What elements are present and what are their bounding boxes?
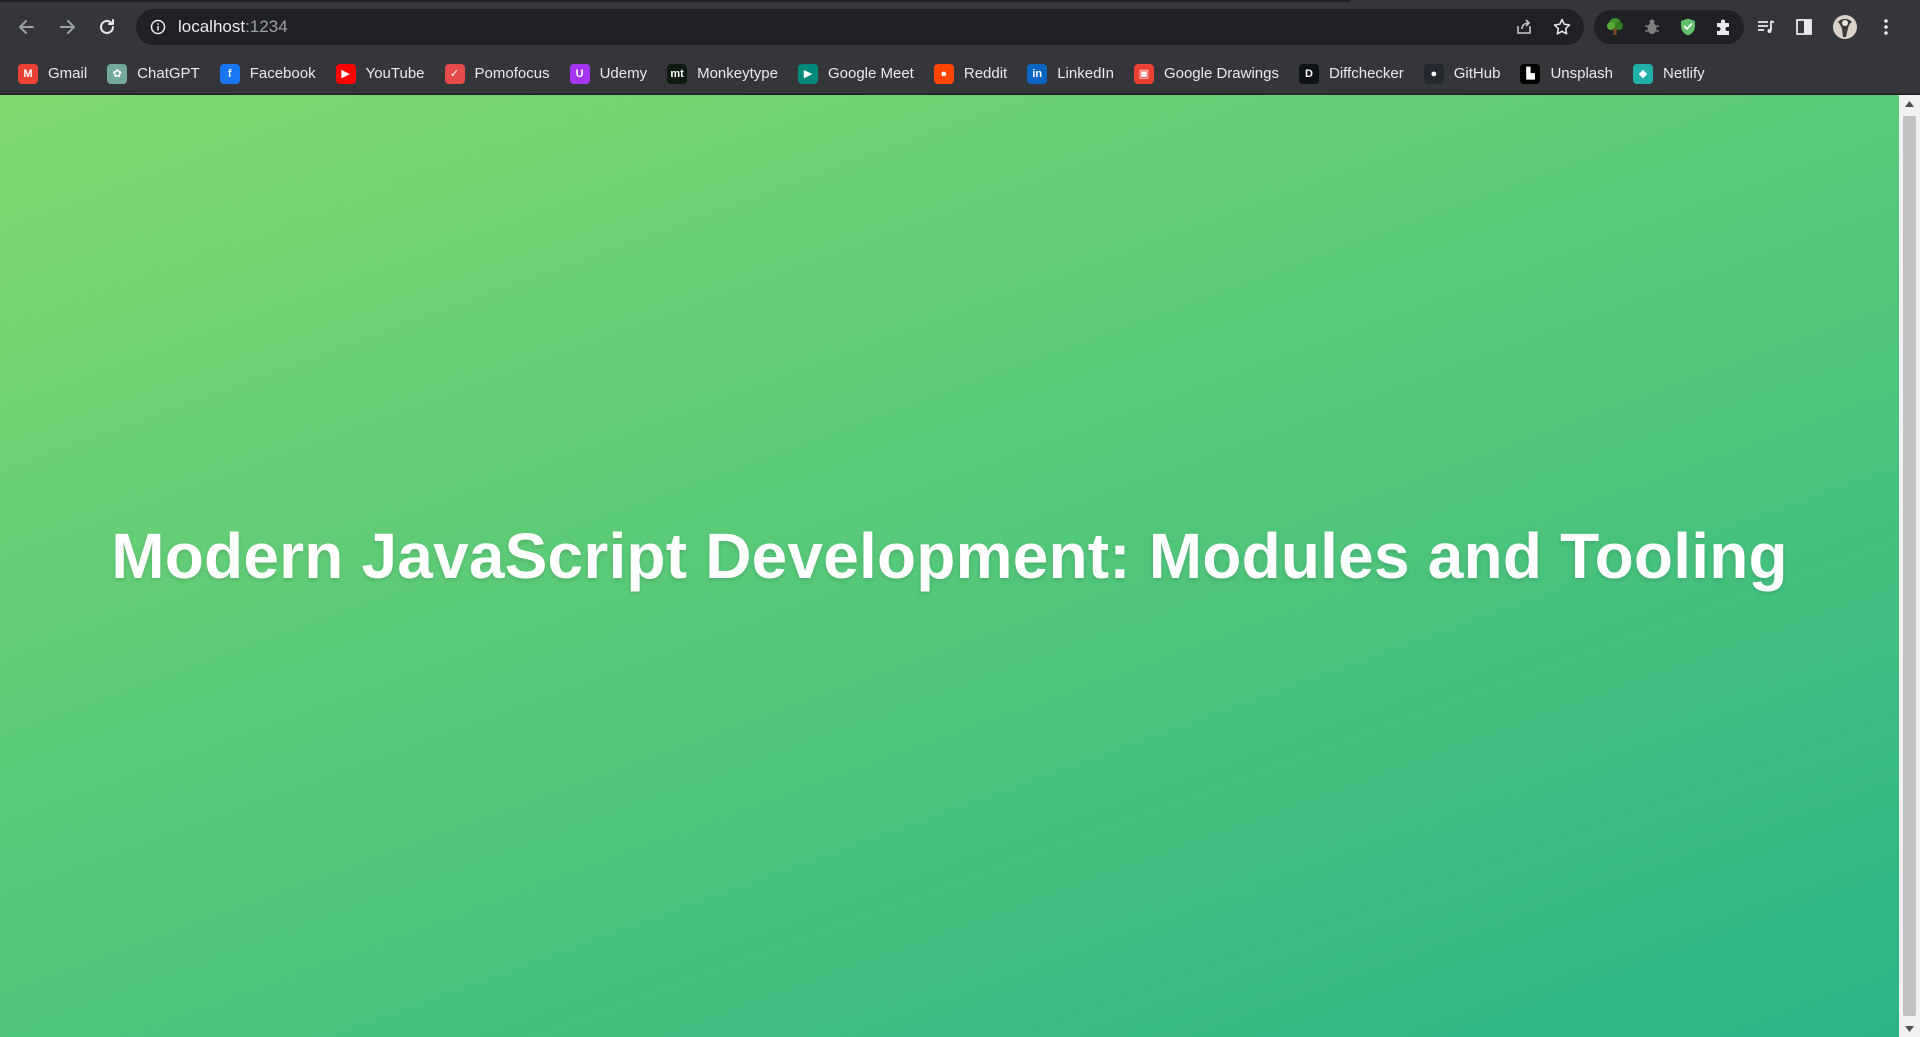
bookmark-reddit[interactable]: ● Reddit [933,59,1017,89]
shield-extension-button[interactable] [1678,17,1698,37]
google-meet-icon: ▶ [797,63,818,84]
bookmark-youtube[interactable]: ▶ YouTube [335,59,435,89]
bookmark-label: Netlify [1663,65,1705,82]
bookmark-netlify[interactable]: ◆ Netlify [1633,59,1715,89]
google-drawings-icon: ▣ [1133,63,1154,84]
extensions-pinned [1594,10,1744,44]
chevron-up-icon [1905,100,1914,107]
bookmarks-bar: M Gmail ✿ ChatGPT f Facebook ▶ YouTube ✓ Pomofocu… [0,54,1920,94]
bookmark-label: Gmail [48,65,88,82]
reload-button[interactable] [88,8,126,46]
bookmark-label: Google Drawings [1163,65,1279,82]
bookmark-udemy[interactable]: U Udemy [569,59,658,89]
bookmark-label: YouTube [365,65,425,82]
bookmark-google-meet[interactable]: ▶ Google Meet [797,59,924,89]
bookmark-label: Udemy [599,65,648,82]
url-port: :1234 [245,17,288,36]
bookmark-pomofocus[interactable]: ✓ Pomofocus [444,59,560,89]
bookmark-label: LinkedIn [1057,65,1114,82]
bookmark-label: Google Meet [827,65,914,82]
address-bar[interactable]: localhost:1234 [136,9,1584,45]
bookmark-label: Reddit [963,65,1008,82]
side-panel-button[interactable] [1794,17,1814,37]
media-queue-icon [1758,20,1775,33]
extensions-button[interactable] [1714,17,1734,37]
info-icon[interactable] [150,19,166,35]
browser-menu-button[interactable] [1876,17,1896,37]
bookmark-label: ChatGPT [137,65,200,82]
bookmark-label: Monkeytype [697,65,778,82]
vertical-scrollbar[interactable] [1899,95,1920,1037]
chevron-down-icon [1905,1025,1914,1032]
bug-extension-icon [1645,19,1659,34]
pomofocus-icon: ✓ [444,63,465,84]
bookmark-gmail[interactable]: M Gmail [18,59,97,89]
udemy-icon: U [569,63,590,84]
side-panel-icon [1796,19,1812,35]
bookmark-label: Pomofocus [474,65,550,82]
diffchecker-icon: D [1299,63,1319,84]
reload-icon [100,19,114,34]
browser-toolbar: localhost:1234 [0,0,1920,54]
netlify-icon: ◆ [1633,63,1653,84]
scrollbar-thumb[interactable] [1903,116,1916,1016]
tree-extension-button[interactable] [1604,16,1626,38]
linkedin-icon: in [1027,63,1048,84]
scroll-up-arrow[interactable] [1899,95,1920,112]
media-queue-button[interactable] [1756,17,1776,37]
star-icon [1553,18,1571,35]
kebab-menu-icon [1884,19,1888,35]
puzzle-icon [1717,19,1729,35]
bookmark-chatgpt[interactable]: ✿ ChatGPT [107,59,210,89]
toolbar-right [1756,10,1896,44]
shield-extension-icon [1681,18,1695,36]
share-icon [1517,19,1531,34]
share-button[interactable] [1514,17,1534,37]
arrow-left-icon [19,20,34,34]
avatar [1833,15,1857,39]
tree-extension-icon [1607,18,1623,35]
bookmark-star-button[interactable] [1552,17,1572,37]
chatgpt-icon: ✿ [107,63,128,84]
monkeytype-icon: mt [667,63,688,84]
bookmark-label: Diffchecker [1329,65,1404,82]
bookmark-github[interactable]: ● GitHub [1423,59,1511,89]
url-host: localhost [178,17,246,36]
bookmark-unsplash[interactable]: ▙ Unsplash [1520,59,1623,89]
bug-extension-button[interactable] [1642,17,1662,37]
browser-window: localhost:1234 M Gmail ✿ ChatGPT f Face… [0,0,1920,1037]
bookmark-facebook[interactable]: f Facebook [219,59,326,89]
youtube-icon: ▶ [335,63,356,84]
scroll-down-arrow[interactable] [1899,1020,1920,1037]
bookmark-label: Facebook [249,65,316,82]
forward-button[interactable] [48,8,86,46]
gmail-icon: M [18,63,38,84]
bookmark-diffchecker[interactable]: D Diffchecker [1299,59,1414,89]
facebook-icon: f [219,63,240,84]
page-viewport: Modern JavaScript Development: Modules a… [0,95,1899,1037]
profile-avatar-button[interactable] [1832,14,1858,40]
github-icon: ● [1423,63,1444,84]
bookmark-google-drawings[interactable]: ▣ Google Drawings [1133,59,1289,89]
bookmark-label: Unsplash [1550,65,1613,82]
back-button[interactable] [8,8,46,46]
bookmark-monkeytype[interactable]: mt Monkeytype [667,59,788,89]
bookmark-linkedin[interactable]: in LinkedIn [1027,59,1124,89]
unsplash-icon: ▙ [1520,63,1541,84]
reddit-icon: ● [933,63,954,84]
bookmark-label: GitHub [1453,65,1501,82]
page-heading: Modern JavaScript Development: Modules a… [111,520,1788,592]
arrow-right-icon [60,20,75,34]
